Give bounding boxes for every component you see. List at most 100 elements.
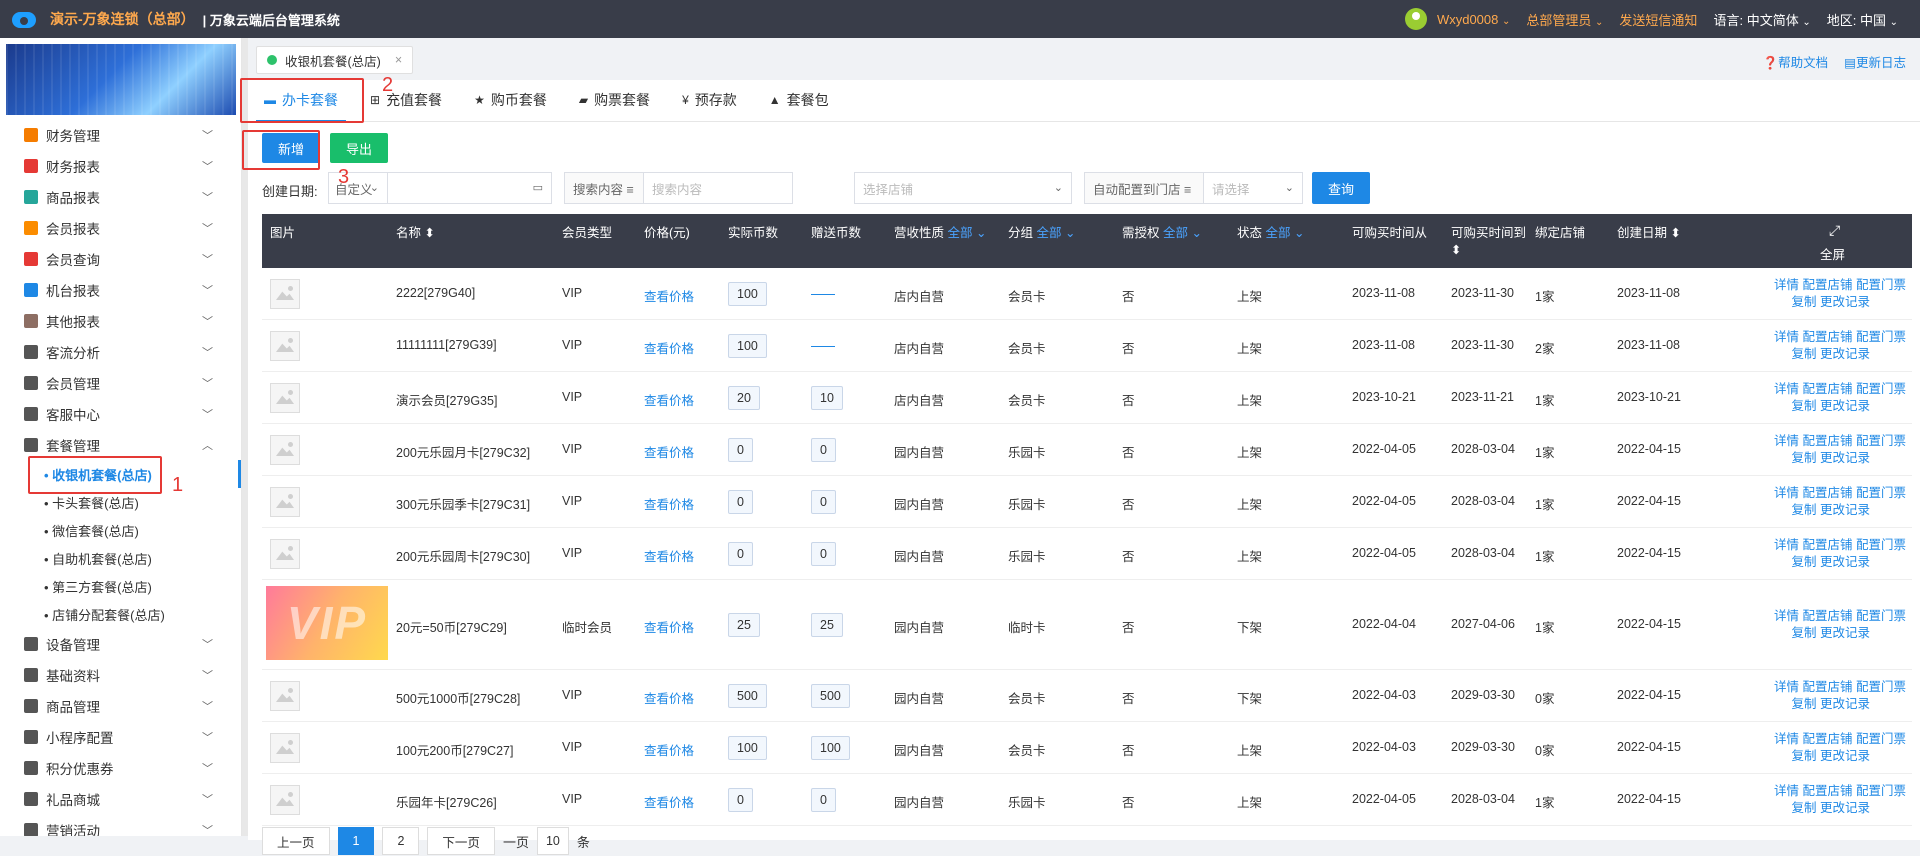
- image-placeholder-icon: [270, 785, 300, 815]
- sms-notify-link[interactable]: 发送短信通知: [1619, 10, 1697, 29]
- sidebar-subitem[interactable]: • 第三方套餐(总店): [0, 572, 241, 600]
- col-name[interactable]: 名称 ⬍: [396, 222, 435, 241]
- tab-5[interactable]: ▲ 套餐包: [753, 79, 845, 121]
- view-price-link[interactable]: 查看价格: [644, 792, 694, 811]
- view-price-link[interactable]: 查看价格: [644, 286, 694, 305]
- sidebar-item-device[interactable]: 设备管理 ﹀: [0, 628, 241, 659]
- created-date: 2022-04-15: [1617, 792, 1681, 806]
- sidebar-item-service[interactable]: 客服中心 ﹀: [0, 398, 241, 429]
- row-actions-line1[interactable]: 详情 配置店铺 配置门票: [1774, 537, 1906, 554]
- sidebar-item-member-report[interactable]: 会员报表 ﹀: [0, 212, 241, 243]
- search-field-select[interactable]: 搜索内容 ≡: [564, 172, 644, 204]
- tab-2[interactable]: ★ 购币套餐: [458, 79, 563, 121]
- view-price-link[interactable]: 查看价格: [644, 617, 694, 636]
- sidebar-item-traffic[interactable]: 客流分析 ﹀: [0, 336, 241, 367]
- next-page-button[interactable]: 下一页: [427, 827, 495, 855]
- update-log-link[interactable]: ▤更新日志: [1844, 52, 1906, 71]
- sidebar-item-points[interactable]: 积分优惠券 ﹀: [0, 752, 241, 783]
- col-created[interactable]: 创建日期 ⬍: [1617, 222, 1681, 241]
- sidebar-item-base-data[interactable]: 基础资料 ﹀: [0, 659, 241, 690]
- gift-coins-value: 0: [811, 542, 836, 566]
- row-actions-line2[interactable]: 复制 更改记录: [1774, 346, 1906, 363]
- buy-from: 2022-04-05: [1352, 546, 1416, 560]
- row-actions-line2[interactable]: 复制 更改记录: [1774, 502, 1906, 519]
- sidebar-subitem[interactable]: • 店铺分配套餐(总店): [0, 600, 241, 628]
- prev-page-button[interactable]: 上一页: [262, 827, 330, 855]
- role-menu[interactable]: 总部管理员 ⌄: [1526, 10, 1603, 29]
- fullscreen-icon[interactable]: ⤢: [1829, 222, 1840, 239]
- sort-icon[interactable]: ⬍: [1451, 242, 1461, 257]
- row-actions-line2[interactable]: 复制 更改记录: [1774, 748, 1906, 765]
- help-docs-link[interactable]: ❓帮助文档: [1763, 52, 1829, 71]
- member-query-icon: [24, 251, 38, 266]
- annotation-box-2: [240, 78, 364, 123]
- query-button[interactable]: 查询: [1312, 172, 1371, 204]
- sidebar-item-machine-report[interactable]: 机台报表 ﹀: [0, 274, 241, 305]
- annotation-label-2: 2: [382, 74, 394, 96]
- col-status[interactable]: 状态 全部 ⌄: [1237, 222, 1304, 241]
- row-actions-line1[interactable]: 详情 配置店铺 配置门票: [1774, 783, 1906, 800]
- sidebar-item-finance[interactable]: 财务管理 ﹀: [0, 119, 241, 150]
- row-actions-line2[interactable]: 复制 更改记录: [1774, 554, 1906, 571]
- view-price-link[interactable]: 查看价格: [644, 442, 694, 461]
- row-actions-line2[interactable]: 复制 更改记录: [1774, 398, 1906, 415]
- row-actions-line1[interactable]: 详情 配置店铺 配置门票: [1774, 433, 1906, 450]
- page-1-button[interactable]: 1: [337, 827, 375, 855]
- row-actions-line2[interactable]: 复制 更改记录: [1774, 625, 1906, 642]
- tab-4[interactable]: ¥ 预存款: [666, 79, 753, 121]
- tab-icon: ▰: [578, 93, 589, 107]
- view-price-link[interactable]: 查看价格: [644, 338, 694, 357]
- sidebar-item-other-report[interactable]: 其他报表 ﹀: [0, 305, 241, 336]
- view-price-link[interactable]: 查看价格: [644, 390, 694, 409]
- row-actions-line1[interactable]: 详情 配置店铺 配置门票: [1774, 731, 1906, 748]
- row-actions-line1[interactable]: 详情 配置店铺 配置门票: [1774, 485, 1906, 502]
- group: 会员卡: [1008, 744, 1046, 758]
- view-price-link[interactable]: 查看价格: [644, 546, 694, 565]
- store-select[interactable]: 选择店铺 ⌄: [854, 172, 1072, 204]
- col-revenue-nature[interactable]: 营收性质 全部 ⌄: [894, 222, 986, 241]
- tab-3[interactable]: ▰ 购票套餐: [563, 79, 666, 121]
- close-tab-icon[interactable]: ×: [395, 53, 402, 67]
- col-auth[interactable]: 需授权 全部 ⌄: [1122, 222, 1202, 241]
- col-group[interactable]: 分组 全部 ⌄: [1008, 222, 1075, 241]
- language-select[interactable]: 语言: 中文简体 ⌄: [1713, 10, 1810, 29]
- sidebar-item-goods[interactable]: 商品管理 ﹀: [0, 690, 241, 721]
- row-actions-line2[interactable]: 复制 更改记录: [1774, 450, 1906, 467]
- image-placeholder-icon: [270, 487, 300, 517]
- export-button[interactable]: 导出: [330, 133, 389, 163]
- sidebar-item-gift-mall[interactable]: 礼品商城 ﹀: [0, 783, 241, 814]
- buy-from: 2022-04-03: [1352, 688, 1416, 702]
- row-actions-line1[interactable]: 详情 配置店铺 配置门票: [1774, 329, 1906, 346]
- row-actions-line1[interactable]: 详情 配置店铺 配置门票: [1774, 608, 1906, 625]
- page-size-input[interactable]: 10: [536, 827, 569, 855]
- row-actions-line2[interactable]: 复制 更改记录: [1774, 294, 1906, 311]
- sidebar-item-miniapp[interactable]: 小程序配置 ﹀: [0, 721, 241, 752]
- sidebar-subitem[interactable]: • 自助机套餐(总店): [0, 544, 241, 572]
- view-price-link[interactable]: 查看价格: [644, 688, 694, 707]
- sidebar-item-member-query[interactable]: 会员查询 ﹀: [0, 243, 241, 274]
- open-page-tab[interactable]: 收银机套餐(总店) ×: [256, 46, 414, 74]
- col-buy-to[interactable]: 可购买时间到: [1451, 222, 1526, 241]
- user-menu[interactable]: Wxyd0008 ⌄: [1437, 12, 1510, 27]
- sidebar-item-product-report[interactable]: 商品报表 ﹀: [0, 181, 241, 212]
- date-range-input[interactable]: ▭: [387, 172, 552, 204]
- date-mode-select[interactable]: 自定义 ⌄: [328, 172, 388, 204]
- row-actions-line1[interactable]: 详情 配置店铺 配置门票: [1774, 277, 1906, 294]
- search-input[interactable]: 搜索内容: [643, 172, 793, 204]
- sidebar-item-member[interactable]: 会员管理 ﹀: [0, 367, 241, 398]
- sidebar-subitem[interactable]: • 微信套餐(总店): [0, 516, 241, 544]
- row-actions-line1[interactable]: 详情 配置店铺 配置门票: [1774, 679, 1906, 696]
- tab-1[interactable]: ⊞ 充值套餐: [354, 79, 458, 121]
- page-2-button[interactable]: 2: [382, 827, 420, 855]
- row-actions-line1[interactable]: 详情 配置店铺 配置门票: [1774, 381, 1906, 398]
- sidebar-item-marketing[interactable]: 营销活动 ﹀: [0, 814, 241, 836]
- row-actions-line2[interactable]: 复制 更改记录: [1774, 696, 1906, 713]
- sidebar-item-finance-report[interactable]: 财务报表 ﹀: [0, 150, 241, 181]
- view-price-link[interactable]: 查看价格: [644, 740, 694, 759]
- fullscreen-label[interactable]: 全屏: [1820, 244, 1845, 263]
- region-select[interactable]: 地区: 中国 ⌄: [1827, 10, 1898, 29]
- row-actions-line2[interactable]: 复制 更改记录: [1774, 800, 1906, 817]
- auto-config-select[interactable]: 请选择 ⌄: [1203, 172, 1303, 204]
- view-price-link[interactable]: 查看价格: [644, 494, 694, 513]
- user-avatar-icon[interactable]: [1404, 8, 1427, 30]
